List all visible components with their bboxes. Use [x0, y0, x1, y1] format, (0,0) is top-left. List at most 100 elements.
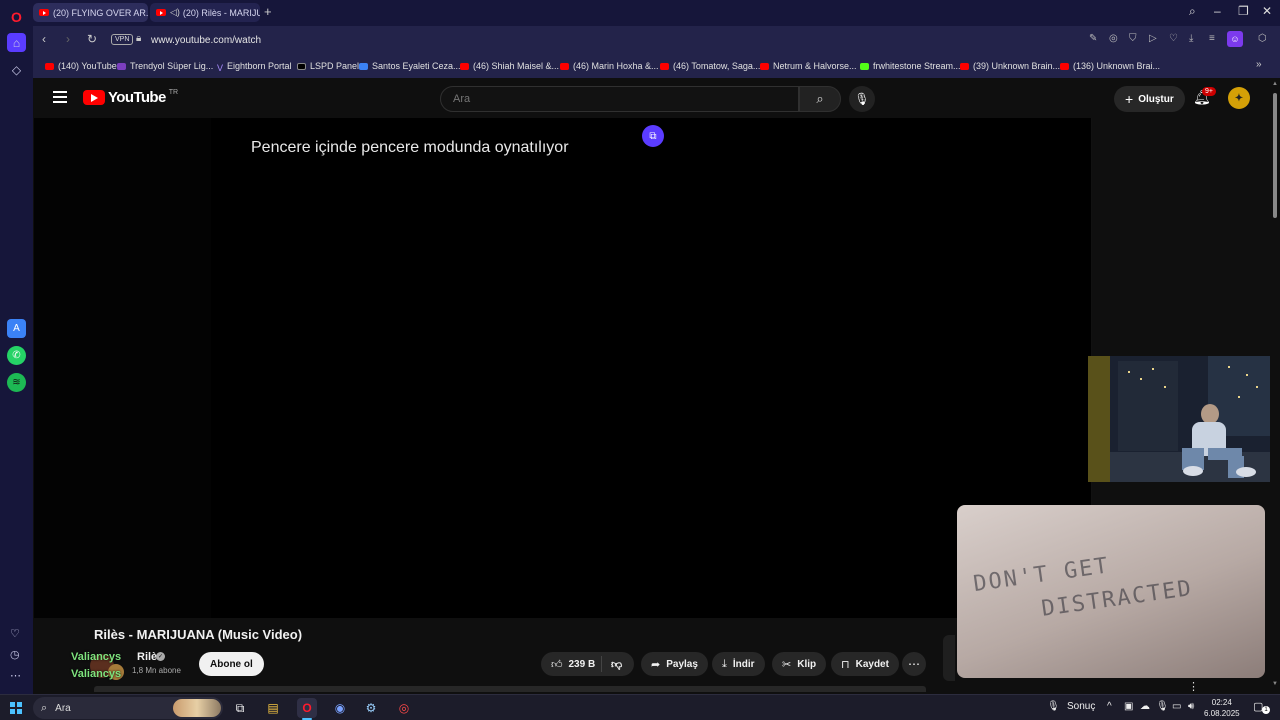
like-dislike-group: 👍︎ 239 B 👎︎	[541, 652, 634, 676]
opera-gx-taskbar-icon[interactable]: ◉	[330, 698, 350, 718]
camera-icon[interactable]: ◎	[1109, 33, 1118, 44]
bookmark-santos[interactable]: Santos Eyaleti Ceza...	[359, 61, 461, 71]
bookmark-icon: ⊓	[841, 658, 850, 671]
video-player[interactable]: Pencere içinde pencere modunda oynatılıy…	[34, 118, 1092, 618]
clip-button[interactable]: ✂ Klip	[772, 652, 827, 676]
scroll-up-icon[interactable]: ▲	[1272, 81, 1278, 87]
weather-label[interactable]: Sonuç	[1067, 701, 1095, 712]
search-input[interactable]	[453, 93, 773, 105]
save-button[interactable]: ⊓ Kaydet	[831, 652, 899, 676]
more-icon[interactable]: ⋯	[10, 669, 21, 682]
document-favicon-icon	[359, 62, 368, 70]
taskbar: ⌕ Ara ⧉ ▤ O ◉ ⚙ ◎ 🎙︎ Sonuç ^ ▣ ☁ 🎙︎ ▭ 🔊︎…	[0, 694, 1280, 720]
scroll-down-icon[interactable]: ▼	[1272, 681, 1278, 687]
menu-icon[interactable]: ≡	[1209, 33, 1215, 44]
task-view-icon[interactable]: ⧉	[230, 698, 250, 718]
tray-app-icon[interactable]: ▣	[1124, 701, 1133, 712]
youtube-favicon-icon	[45, 62, 54, 70]
minimize-icon[interactable]: –	[1214, 4, 1221, 18]
bookmark-unknown-brain-39[interactable]: (39) Unknown Brain...	[960, 61, 1060, 71]
file-explorer-icon[interactable]: ▤	[263, 698, 283, 718]
home-icon[interactable]: ⌂	[7, 33, 26, 52]
bookmark-shiah-maisel[interactable]: (46) Shiah Maisel &...	[460, 61, 559, 71]
like-button[interactable]: 👍︎ 239 B	[541, 658, 601, 671]
profile-icon[interactable]: ☺	[1227, 31, 1243, 47]
youtube-logo[interactable]: YouTube TR	[83, 89, 178, 106]
opera-taskbar-icon[interactable]: O	[297, 698, 317, 718]
chevron-up-icon[interactable]: ^	[1107, 701, 1112, 712]
scrollbar-thumb[interactable]	[1273, 93, 1277, 218]
tab-flying-over[interactable]: (20) FLYING OVER AR... ×	[33, 3, 148, 22]
search-tabs-icon[interactable]: ⌕	[1189, 4, 1196, 19]
speed-dial-icon[interactable]: ◇	[7, 60, 26, 79]
bookmark-netrum[interactable]: Netrum & Halvorse...	[760, 61, 857, 71]
search-box[interactable]	[440, 86, 799, 112]
hamburger-menu-icon[interactable]	[53, 91, 67, 103]
thumbs-up-icon: 👍︎	[551, 658, 563, 671]
steam-icon[interactable]: ⚙	[361, 698, 381, 718]
opera-logo-icon[interactable]: O	[7, 7, 26, 26]
player-icon[interactable]: ▷	[1149, 33, 1157, 44]
bookmark-tomatow[interactable]: (46) Tomatow, Saga...	[660, 61, 760, 71]
bookmark-marin-hoxha[interactable]: (46) Marin Hoxha &...	[560, 61, 659, 71]
heart-icon[interactable]: ♡	[1169, 33, 1178, 44]
reload-icon[interactable]: ↻	[87, 32, 97, 46]
tab-riles-marijuana[interactable]: ◁) (20) Rilès - MARIJUAN...	[150, 3, 260, 22]
more-actions-icon[interactable]: ⋯	[902, 652, 926, 676]
microphone-icon: 🎙︎	[854, 92, 870, 106]
aria-icon[interactable]: A	[7, 319, 26, 338]
close-window-icon[interactable]: ✕	[1262, 4, 1272, 18]
search-button[interactable]: ⌕	[799, 86, 841, 112]
new-tab-icon[interactable]: +	[264, 4, 272, 19]
kebab-menu-icon[interactable]: ⋮	[1188, 680, 1199, 693]
bookmarks-overflow-icon[interactable]: »	[1256, 59, 1262, 70]
share-button[interactable]: ➦ Paylaş	[641, 652, 708, 676]
bookmarks-bar: (140) YouTube Trendyol Süper Lig... V Eig…	[33, 55, 1280, 78]
taskbar-search[interactable]: ⌕ Ara	[33, 697, 223, 719]
bookmark-youtube[interactable]: (140) YouTube	[45, 61, 117, 71]
create-button[interactable]: + Oluştur	[1114, 86, 1185, 112]
dislike-button[interactable]: 👎︎	[602, 658, 622, 671]
edit-icon[interactable]: ✎	[1089, 33, 1097, 44]
subscribe-button[interactable]: Abone ol	[199, 652, 264, 676]
description-box[interactable]	[94, 686, 926, 692]
page-scrollbar[interactable]: ▲ ▼	[1270, 78, 1280, 694]
extensions-icon[interactable]: ⬡	[1258, 33, 1267, 44]
url-field[interactable]: www.youtube.com/watch	[151, 35, 261, 46]
bookmark-frwhitestone[interactable]: frwhitestone Stream...	[860, 61, 961, 71]
pip-icon[interactable]: ⧉	[642, 125, 664, 147]
download-icon[interactable]: ⤓	[1189, 33, 1193, 44]
microphone-tray-icon[interactable]: 🎙︎	[1156, 701, 1169, 712]
weather-icon[interactable]: 🎙︎	[1047, 701, 1060, 712]
bookmark-trendyol[interactable]: Trendyol Süper Lig...	[117, 61, 213, 71]
vpn-badge[interactable]: VPN	[111, 34, 134, 45]
lock-icon[interactable]: 🔒︎	[136, 33, 141, 44]
voice-search-button[interactable]: 🎙︎	[849, 86, 875, 112]
youtube-favicon-icon	[760, 62, 769, 70]
youtube-favicon-icon	[156, 9, 166, 16]
spotify-icon[interactable]: ≋	[7, 373, 26, 392]
download-button[interactable]: ⤓ İndir	[712, 652, 765, 676]
shield-icon[interactable]: ⛉	[1129, 33, 1137, 44]
bookmark-unknown-brain-136[interactable]: (136) Unknown Brai...	[1060, 61, 1160, 71]
maximize-icon[interactable]: ❐	[1238, 4, 1249, 18]
pip-video-window[interactable]: DON'T GET DISTRACTED	[957, 505, 1265, 678]
volume-icon[interactable]: 🔊︎	[1188, 701, 1194, 712]
system-clock[interactable]: 02:24 6.08.2025	[1204, 697, 1240, 719]
scissors-icon: ✂	[782, 658, 792, 671]
avatar[interactable]: ✦	[1228, 87, 1250, 109]
network-icon[interactable]: ▭	[1172, 701, 1181, 712]
heart-icon[interactable]: ♡	[10, 627, 20, 640]
windows-start-icon[interactable]	[10, 702, 22, 714]
bookmark-eightborn[interactable]: V Eightborn Portal	[217, 61, 292, 73]
speaker-icon[interactable]: ◁)	[170, 7, 180, 18]
history-icon[interactable]: ◷	[10, 648, 20, 661]
forward-icon[interactable]: ›	[66, 32, 70, 46]
game-app-icon[interactable]: ◎	[394, 698, 414, 718]
tab-label: (20) FLYING OVER AR...	[53, 7, 148, 18]
whatsapp-icon[interactable]: ✆	[7, 346, 26, 365]
back-icon[interactable]: ‹	[42, 32, 46, 46]
cloud-icon[interactable]: ☁	[1140, 701, 1150, 712]
recommended-video-thumbnail[interactable]	[1088, 356, 1270, 482]
bookmark-lspd[interactable]: LSPD Panel	[297, 61, 359, 71]
